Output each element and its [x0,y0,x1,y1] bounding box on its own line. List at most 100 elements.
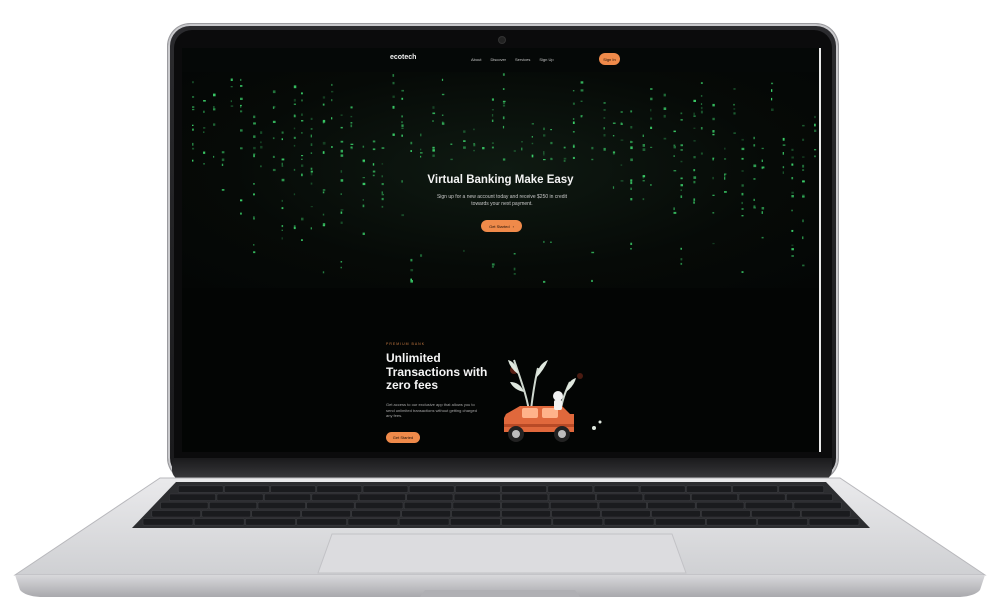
matrix-dot [203,110,205,113]
keyboard-key [651,510,701,518]
matrix-dot [253,122,256,125]
matrix-dot [301,155,304,157]
matrix-dot [310,117,313,120]
matrix-dot [192,124,194,126]
matrix-dot [650,146,653,148]
matrix-dot [230,86,233,88]
matrix-dot [410,269,414,272]
matrix-dot [650,108,652,112]
keyboard-key [501,493,549,501]
keyboard-key [744,501,794,510]
matrix-dot [473,128,475,131]
matrix-dot [563,157,567,160]
keyboard-key [757,518,809,526]
matrix-dot [642,198,645,201]
matrix-dot [491,98,494,101]
matrix-dot [531,123,534,125]
keyboard-key [551,510,601,518]
matrix-dot [543,159,546,161]
signin-button[interactable]: Sign In [599,53,620,65]
matrix-dot [340,221,343,224]
matrix-dot [712,212,715,214]
matrix-dot [741,201,743,205]
matrix-dot [350,124,353,128]
nav-link-services[interactable]: Services [515,57,530,62]
matrix-dot [771,97,773,101]
matrix-dot [240,110,243,113]
matrix-dot [420,155,422,158]
matrix-dot [203,127,206,129]
keyboard-key [738,493,786,501]
matrix-dot [203,163,205,165]
matrix-dot [293,136,296,139]
matrix-dot [260,165,262,168]
matrix-dot [663,114,666,118]
keyboard-key [401,510,451,518]
nav-link-discover[interactable]: Discover [490,57,506,62]
matrix-dot [272,106,275,109]
matrix-dot [642,144,645,147]
keyboard-key [296,518,348,526]
matrix-dot [441,122,445,125]
keyboard-key [450,518,501,526]
matrix-dot [420,254,423,257]
matrix-dot [322,151,325,154]
hero-get-started-button[interactable]: Get Started › [481,220,522,232]
matrix-dot [802,196,805,198]
matrix-dot [331,83,333,86]
matrix-dot [603,102,606,104]
matrix-dot [630,198,633,201]
keyboard-key [257,501,306,510]
matrix-dot [301,113,303,116]
matrix-dot [392,95,395,98]
matrix-dot [650,88,653,90]
keyboard-key [548,493,596,501]
keyboard-key [362,485,409,493]
matrix-dot [432,146,435,149]
matrix-dot [771,82,774,85]
matrix-dot [814,129,817,132]
matrix-dot [410,258,413,262]
matrix-dot [502,88,505,90]
matrix-dot [673,130,676,133]
matrix-dot [310,206,313,208]
nav-link-signup[interactable]: Sign Up [539,57,553,62]
matrix-dot [340,170,343,173]
keyboard-key [142,518,194,526]
matrix-dot [381,205,384,208]
keyboard-key [453,493,501,501]
matrix-dot [782,144,786,146]
matrix-dot [281,158,285,161]
screen-edge-highlight [819,48,821,452]
hero-cta-label: Get Started [489,223,510,229]
matrix-dot [572,131,575,133]
matrix-dot [322,121,325,124]
matrix-dot [741,192,744,196]
matrix-dot [673,144,676,147]
keyboard-key [549,501,599,510]
keyboard-key [358,493,406,501]
matrix-dot [650,117,653,120]
matrix-dot [192,128,194,131]
matrix-dot [463,146,466,149]
matrix-dot [680,160,683,163]
nav-link-about[interactable]: About [471,57,481,62]
matrix-dot [663,93,666,97]
feature-get-started-button[interactable]: Get Started [386,432,420,443]
matrix-dot [733,112,736,115]
brand-logo[interactable]: ecotech [390,54,416,61]
matrix-dot [630,146,633,150]
webcam [499,37,505,43]
keyboard-key [455,485,501,493]
matrix-dot [253,251,256,254]
matrix-dot [340,126,343,129]
keyboard-key [691,493,739,501]
matrix-dot [680,149,683,151]
matrix-dot [463,249,465,252]
keyboard-key [177,485,224,493]
matrix-dot [642,134,644,137]
matrix-dot [450,143,453,145]
matrix-dot [693,201,695,204]
matrix-dot [543,152,545,156]
keyboard-key [598,501,647,510]
